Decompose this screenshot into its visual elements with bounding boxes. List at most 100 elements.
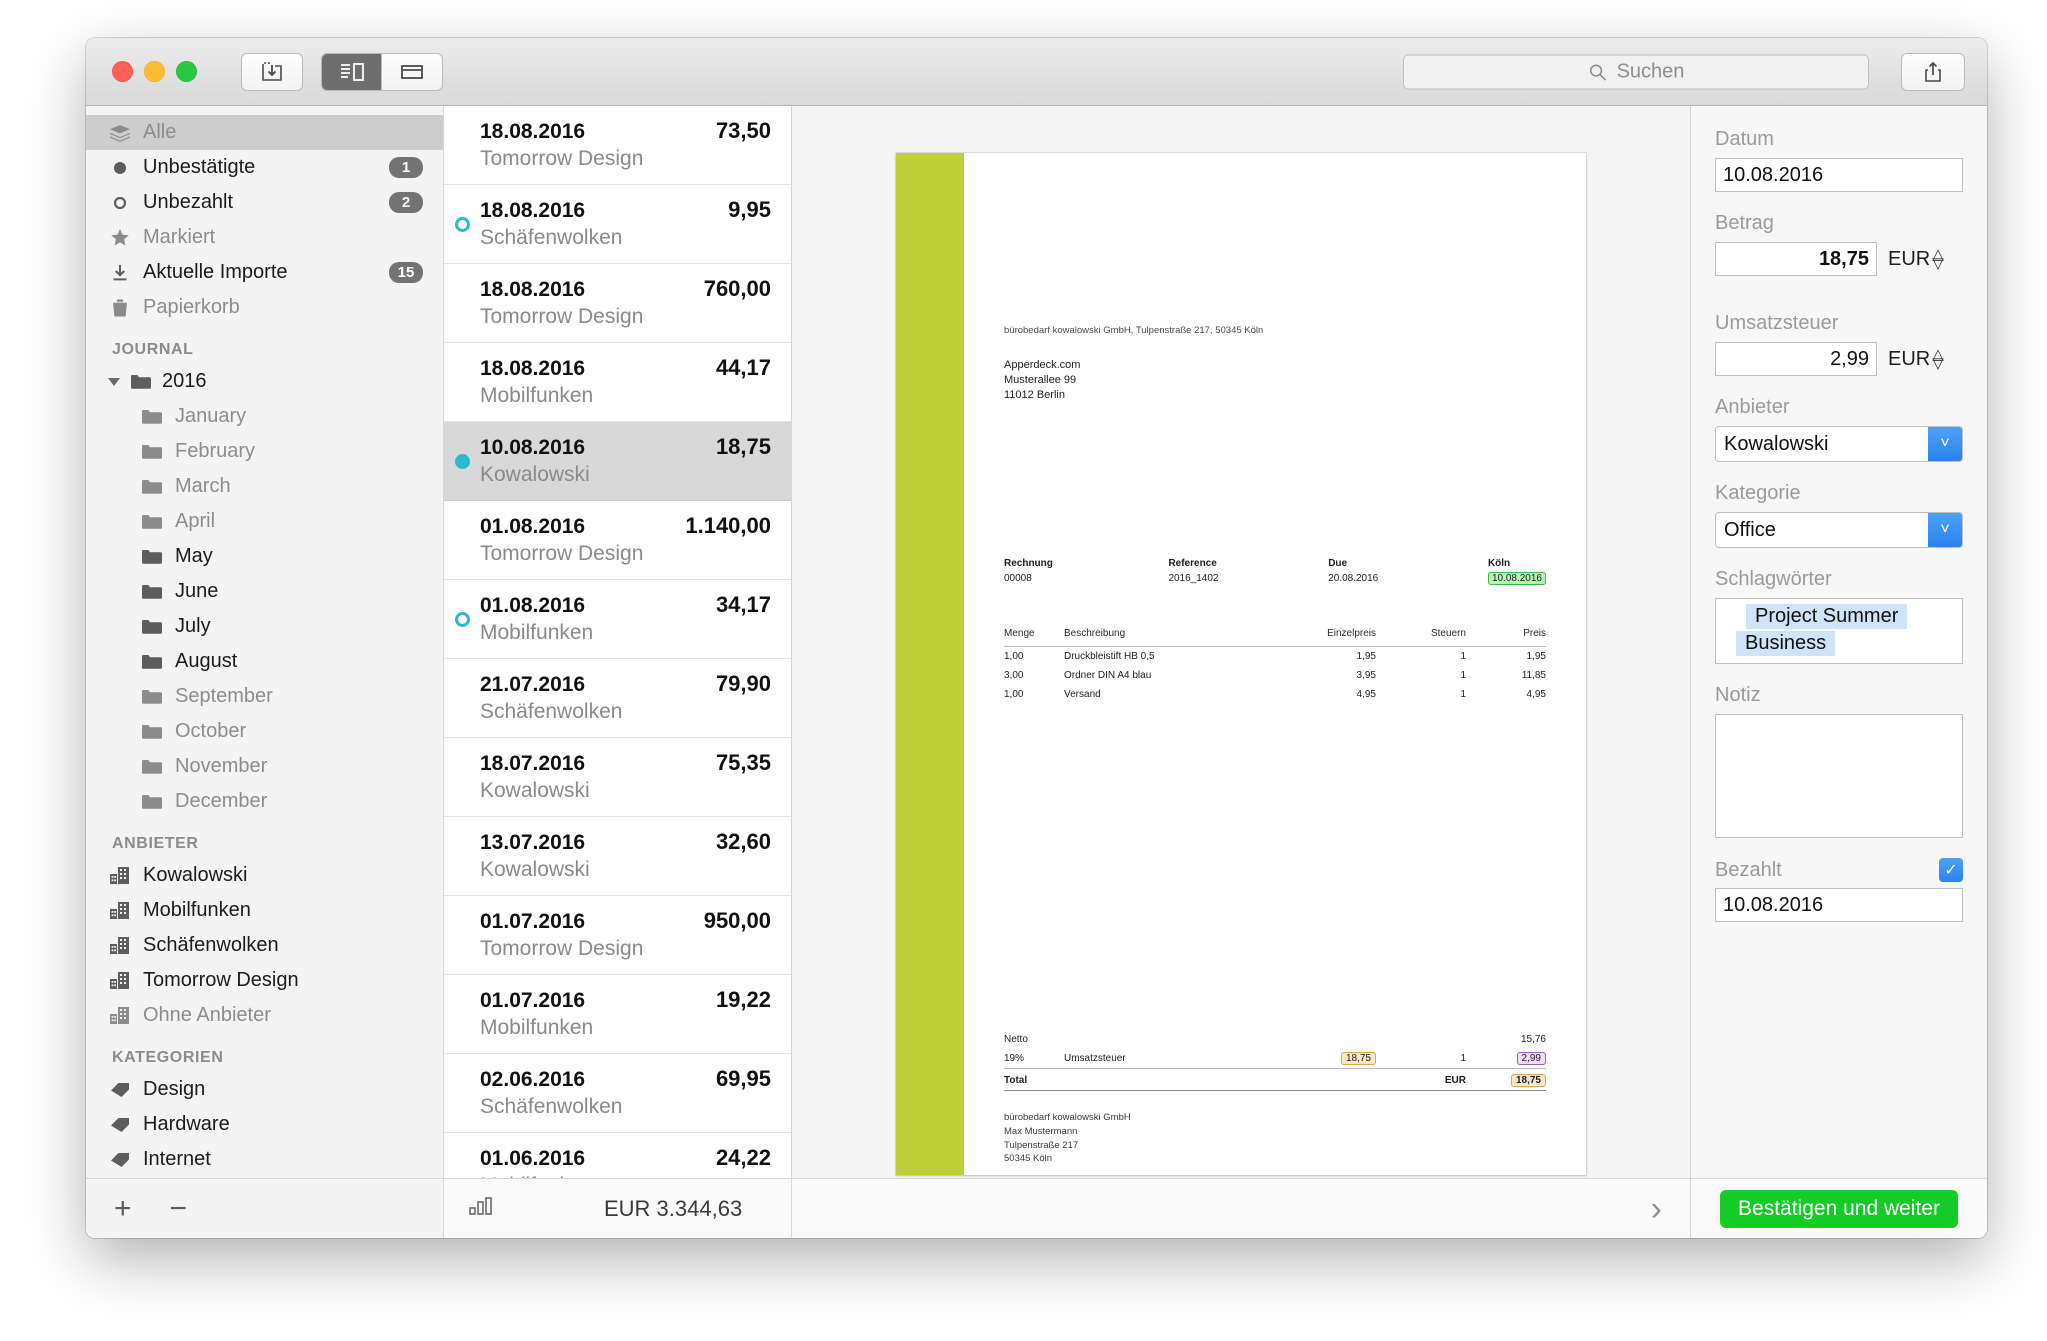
transaction-row[interactable]: 02.06.2016 Schäfenwolken 69,95 (444, 1054, 791, 1133)
folder-icon (140, 618, 164, 635)
sidebar-item-unbezahlt[interactable]: Unbezahlt 2 (86, 185, 443, 220)
datum-field[interactable]: 10.08.2016 (1715, 158, 1963, 192)
item-einzelpreis: 3,95 (1356, 670, 1376, 681)
minimize-button[interactable] (144, 61, 165, 82)
notiz-textarea[interactable] (1715, 714, 1963, 838)
chevron-down-icon[interactable] (108, 377, 120, 386)
sidebar-item-category[interactable]: Internet (86, 1142, 443, 1177)
sidebar-item-unbestaetigte[interactable]: Unbestätigte 1 (86, 150, 443, 185)
meta-rechnung: Rechnung 00008 (1004, 558, 1168, 584)
bezahlt-date-field[interactable]: 10.08.2016 (1715, 888, 1963, 922)
sidebar-scroll[interactable]: Alle Unbestätigte 1 Unbezahlt 2 Markiert… (86, 106, 443, 1178)
meta-label: Due (1328, 558, 1348, 569)
tax-label: Umsatzsteuer (1064, 1049, 1276, 1069)
sidebar-item-month-july[interactable]: July (86, 609, 443, 644)
sidebar-item-vendor[interactable]: Ohne Anbieter (86, 998, 443, 1033)
sidebar-item-category[interactable]: Hardware (86, 1107, 443, 1142)
transaction-row[interactable]: 01.07.2016 Mobilfunken 19,22 (444, 975, 791, 1054)
kategorie-select[interactable]: Office ˅ (1715, 512, 1963, 548)
sidebar-item-month-may[interactable]: May (86, 539, 443, 574)
sidebar-item-month-december[interactable]: December (86, 784, 443, 819)
search-input[interactable]: Suchen (1403, 54, 1869, 89)
stepper-icon[interactable]: △ ▽ (1932, 346, 1944, 371)
confirm-and-next-button[interactable]: Bestätigen und weiter (1720, 1189, 1958, 1228)
sidebar-item-month-june[interactable]: June (86, 574, 443, 609)
chevron-down-icon[interactable]: ˅ (1928, 427, 1962, 461)
remove-button[interactable]: − (170, 1192, 188, 1226)
tag-chip[interactable]: Business (1736, 631, 1836, 656)
view-mode-segmented-control[interactable] (321, 52, 443, 91)
sidebar-item-month-november[interactable]: November (86, 749, 443, 784)
sidebar-item-vendor[interactable]: Schäfenwolken (86, 928, 443, 963)
transaction-list[interactable]: 18.08.2016 Tomorrow Design 73,50 18.08.2016… (444, 106, 791, 1178)
transaction-info: 18.07.2016 Kowalowski (480, 752, 716, 803)
transaction-row[interactable]: 01.08.2016 Tomorrow Design 1.140,00 (444, 501, 791, 580)
zoom-button[interactable] (176, 61, 197, 82)
search-placeholder-text: Suchen (1616, 60, 1685, 82)
sidebar-item-month-april[interactable]: April (86, 504, 443, 539)
sidebar-item-category[interactable]: Design (86, 1072, 443, 1107)
preview-footer: › (792, 1178, 1690, 1238)
notiz-label: Notiz (1715, 684, 1761, 706)
transaction-row[interactable]: 10.08.2016 Kowalowski 18,75 (444, 422, 791, 501)
sidebar-item-aktuelle-importe[interactable]: Aktuelle Importe 15 (86, 255, 443, 290)
sidebar-item-markiert[interactable]: Markiert (86, 220, 443, 255)
sidebar-item-month-february[interactable]: February (86, 434, 443, 469)
sidebar-item-vendor[interactable]: Mobilfunken (86, 893, 443, 928)
import-button[interactable] (241, 52, 303, 91)
umsatzsteuer-currency-stepper[interactable]: EUR △ ▽ (1888, 346, 1944, 371)
anbieter-label: Anbieter (1715, 396, 1790, 418)
transaction-row[interactable]: 01.08.2016 Mobilfunken 34,17 (444, 580, 791, 659)
transaction-row[interactable]: 18.08.2016 Tomorrow Design 73,50 (444, 106, 791, 185)
app-window: Suchen Alle Unbestätigte 1 Unbezahlt 2 M… (86, 38, 1987, 1238)
view-split-button[interactable] (322, 53, 382, 90)
anbieter-value: Kowalowski (1724, 432, 1829, 455)
stepper-icon[interactable]: △ ▽ (1932, 246, 1944, 271)
chevron-down-icon[interactable]: ˅ (1928, 513, 1962, 547)
recipient-line: Apperdeck.com (1004, 359, 1081, 371)
bar-chart-icon[interactable] (468, 1196, 494, 1222)
sidebar-item-label: Mobilfunken (143, 899, 251, 921)
schlagwoerter-field[interactable]: Project Summer Business (1715, 598, 1963, 664)
sidebar-item-alle[interactable]: Alle (86, 115, 443, 150)
transaction-row[interactable]: 18.08.2016 Schäfenwolken 9,95 (444, 185, 791, 264)
betrag-currency-stepper[interactable]: EUR △ ▽ (1888, 246, 1944, 271)
add-button[interactable]: + (114, 1192, 132, 1226)
sidebar-item-vendor[interactable]: Tomorrow Design (86, 963, 443, 998)
preview-area: bürobedarf kowalowski GmbH, Tulpenstraße… (792, 106, 1690, 1178)
sidebar-item-month-march[interactable]: March (86, 469, 443, 504)
betrag-field[interactable]: 18,75 (1715, 242, 1877, 276)
sidebar-item-year-2016[interactable]: 2016 (86, 364, 443, 399)
sidebar-item-month-october[interactable]: October (86, 714, 443, 749)
transaction-row[interactable]: 01.07.2016 Tomorrow Design 950,00 (444, 896, 791, 975)
transaction-row[interactable]: 01.06.2016 Mobilfunken 24,22 (444, 1133, 791, 1178)
sidebar-item-month-september[interactable]: September (86, 679, 443, 714)
totals-tax-row: 19% Umsatzsteuer 18,75 1 2,99 (1004, 1049, 1546, 1069)
anbieter-select[interactable]: Kowalowski ˅ (1715, 426, 1963, 462)
transaction-row[interactable]: 18.08.2016 Mobilfunken 44,17 (444, 343, 791, 422)
sidebar-item-month-january[interactable]: January (86, 399, 443, 434)
chevron-right-icon[interactable]: › (1651, 1192, 1662, 1226)
tag-chip[interactable]: Project Summer (1746, 604, 1908, 629)
umsatzsteuer-field[interactable]: 2,99 (1715, 342, 1877, 376)
col-preis: Preis (1466, 625, 1546, 647)
tax-value-highlighted: 2,99 (1516, 1052, 1546, 1065)
view-list-button[interactable] (382, 54, 442, 90)
field-group-notiz: Notiz (1715, 684, 1963, 838)
sidebar-item-label: 2016 (162, 370, 207, 392)
bezahlt-checkbox[interactable]: ✓ (1939, 858, 1963, 882)
transaction-vendor: Tomorrow Design (480, 146, 644, 170)
close-button[interactable] (112, 61, 133, 82)
transaction-row[interactable]: 18.07.2016 Kowalowski 75,35 (444, 738, 791, 817)
transaction-date: 21.07.2016 (480, 672, 586, 696)
transaction-row[interactable]: 18.08.2016 Tomorrow Design 760,00 (444, 264, 791, 343)
transaction-row[interactable]: 13.07.2016 Kowalowski 32,60 (444, 817, 791, 896)
sidebar-item-vendor[interactable]: Kowalowski (86, 858, 443, 893)
layers-icon (108, 124, 132, 142)
transaction-row[interactable]: 21.07.2016 Schäfenwolken 79,90 (444, 659, 791, 738)
item-einzelpreis: 4,95 (1356, 689, 1376, 700)
sidebar-item-papierkorb[interactable]: Papierkorb (86, 290, 443, 325)
invoice-document[interactable]: bürobedarf kowalowski GmbH, Tulpenstraße… (896, 153, 1586, 1175)
sidebar-item-month-august[interactable]: August (86, 644, 443, 679)
share-button[interactable] (1901, 52, 1965, 91)
